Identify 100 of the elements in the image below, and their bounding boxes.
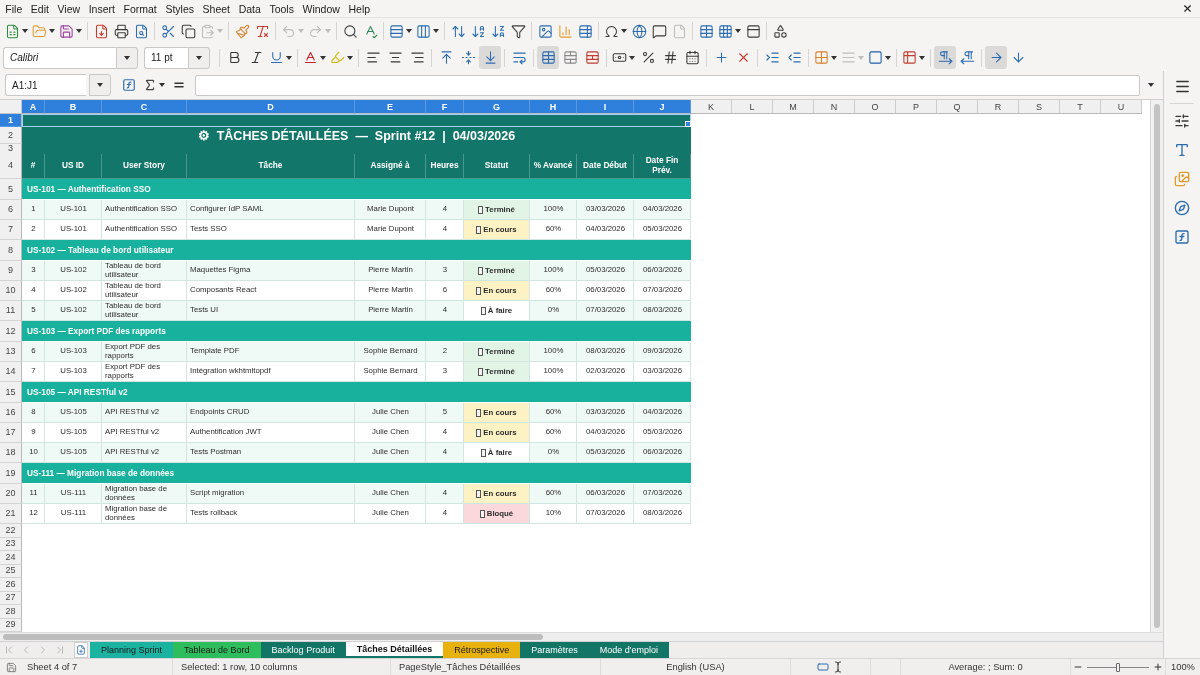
menu-item[interactable]: Edit bbox=[26, 0, 54, 17]
column-letter[interactable]: K bbox=[691, 100, 732, 114]
speech-bubble-icon bbox=[651, 23, 667, 39]
group-heading: US-111 — Migration base de données bbox=[22, 463, 691, 484]
document-magnifier-icon bbox=[133, 23, 149, 39]
row-number[interactable]: 6 bbox=[0, 200, 22, 220]
font-name-dropdown-button[interactable] bbox=[116, 46, 138, 69]
column-letter[interactable]: L bbox=[732, 100, 773, 114]
row-number[interactable]: 7 bbox=[0, 220, 22, 240]
row-number[interactable]: 11 bbox=[0, 301, 22, 321]
column-letter[interactable]: G bbox=[464, 100, 530, 114]
menu-item[interactable]: View bbox=[53, 0, 85, 17]
row-number[interactable]: 2 bbox=[0, 127, 22, 144]
text-left-to-right-button[interactable] bbox=[985, 46, 1007, 69]
row-number[interactable]: 28 bbox=[0, 605, 22, 619]
column-letter[interactable]: H bbox=[530, 100, 577, 114]
glyph-box-icon bbox=[478, 367, 484, 376]
row-number[interactable]: 18 bbox=[0, 443, 22, 463]
font-size-dropdown-button[interactable] bbox=[188, 46, 210, 69]
column-letter[interactable]: M bbox=[773, 100, 814, 114]
merge-and-center-button[interactable] bbox=[537, 46, 559, 69]
horizontal-scrollbar[interactable] bbox=[0, 632, 1163, 641]
menu-item[interactable]: Format bbox=[119, 0, 162, 17]
sheet-tab[interactable]: Mode d'emploi bbox=[588, 642, 669, 658]
plus-icon bbox=[713, 50, 729, 65]
row-number[interactable]: 14 bbox=[0, 362, 22, 382]
align-bottom-button[interactable] bbox=[479, 46, 501, 69]
column-letter[interactable]: O bbox=[855, 100, 896, 114]
menu-item[interactable]: Window bbox=[298, 0, 345, 17]
column-letter[interactable]: J bbox=[634, 100, 691, 114]
column-letter[interactable]: D bbox=[187, 100, 355, 114]
row-number[interactable]: 8 bbox=[0, 240, 22, 261]
menu-item[interactable]: Tools bbox=[265, 0, 299, 17]
row-number[interactable]: 1 bbox=[0, 114, 22, 127]
table-header-cell: User Story bbox=[102, 153, 187, 179]
sheet-tab[interactable]: Backlog Produit bbox=[260, 642, 346, 658]
row-number[interactable]: 16 bbox=[0, 403, 22, 423]
column-letter[interactable]: C bbox=[102, 100, 187, 114]
row-number[interactable]: 12 bbox=[0, 321, 22, 342]
add-sheet-button[interactable] bbox=[74, 642, 88, 658]
row-number[interactable]: 5 bbox=[0, 179, 22, 200]
sheet-tab[interactable]: Rétrospective bbox=[443, 642, 521, 658]
row-number[interactable]: 9 bbox=[0, 261, 22, 281]
font-size-field[interactable]: 11 pt bbox=[144, 46, 188, 69]
percent-icon bbox=[640, 50, 656, 65]
column-letter[interactable]: A bbox=[22, 100, 45, 114]
table-icon bbox=[577, 23, 593, 39]
column-letter[interactable]: R bbox=[978, 100, 1019, 114]
menu-item[interactable]: Data bbox=[234, 0, 266, 17]
menu-item[interactable]: Insert bbox=[84, 0, 120, 17]
column-letter[interactable]: B bbox=[45, 100, 102, 114]
row-number[interactable]: 10 bbox=[0, 281, 22, 301]
column-letter[interactable]: I bbox=[577, 100, 634, 114]
column-letter[interactable]: E bbox=[355, 100, 426, 114]
row-number[interactable]: 22 bbox=[0, 524, 22, 538]
table-header-cell: Statut bbox=[464, 153, 530, 179]
column-letter[interactable]: P bbox=[896, 100, 937, 114]
row-number[interactable]: 21 bbox=[0, 504, 22, 524]
formula-input-field[interactable] bbox=[195, 74, 1140, 96]
left-to-right-button[interactable] bbox=[934, 46, 956, 69]
align-right-icon bbox=[409, 50, 425, 65]
table-icon bbox=[902, 50, 917, 65]
sheet-tab[interactable]: Tâches Détaillées bbox=[345, 642, 444, 658]
row-number[interactable]: 19 bbox=[0, 463, 22, 484]
row-number[interactable]: 24 bbox=[0, 551, 22, 565]
zoom-in-button[interactable] bbox=[1152, 661, 1164, 673]
slider-thumb[interactable] bbox=[1116, 662, 1120, 672]
column-letter[interactable]: F bbox=[426, 100, 464, 114]
column-letter[interactable]: T bbox=[1060, 100, 1101, 114]
scissors-icon bbox=[160, 23, 176, 39]
caret-icon bbox=[325, 29, 331, 33]
menu-item[interactable]: File bbox=[1, 0, 27, 17]
column-letter[interactable]: N bbox=[814, 100, 855, 114]
sheet-tab[interactable]: Paramètres bbox=[520, 642, 589, 658]
row-number[interactable]: 20 bbox=[0, 484, 22, 504]
align-left-icon bbox=[365, 50, 381, 65]
row-number[interactable]: 15 bbox=[0, 382, 22, 403]
sheet-title: ⚙ TÂCHES DÉTAILLÉES — Sprint #12 | 04/03/2026 bbox=[22, 127, 691, 144]
row-number[interactable]: 26 bbox=[0, 578, 22, 592]
globe-icon bbox=[631, 23, 647, 39]
sheet-tab[interactable]: Tableau de Bord bbox=[173, 642, 261, 658]
row-number[interactable]: 13 bbox=[0, 342, 22, 362]
caret-icon bbox=[1148, 83, 1154, 87]
column-letter[interactable]: S bbox=[1019, 100, 1060, 114]
glyph-box-icon bbox=[479, 509, 485, 518]
column-letter[interactable]: Q bbox=[937, 100, 978, 114]
row-number[interactable]: 17 bbox=[0, 423, 22, 443]
search-icon bbox=[342, 23, 358, 39]
menu-item[interactable]: Sheet bbox=[198, 0, 235, 17]
type-icon bbox=[1174, 142, 1190, 158]
font-name-field[interactable]: Calibri bbox=[3, 46, 116, 69]
menu-item[interactable]: Help bbox=[344, 0, 375, 17]
row-number[interactable]: 4 bbox=[0, 153, 22, 179]
name-box-dropdown-button[interactable] bbox=[89, 74, 111, 96]
column-letter[interactable]: U bbox=[1101, 100, 1142, 114]
name-box-field[interactable]: A1:J1 bbox=[5, 74, 86, 96]
caret-icon bbox=[919, 55, 925, 60]
sheet-tab[interactable]: Planning Sprint bbox=[90, 642, 174, 658]
vertical-scrollbar[interactable] bbox=[1150, 100, 1163, 632]
menu-item[interactable]: Styles bbox=[161, 0, 199, 17]
